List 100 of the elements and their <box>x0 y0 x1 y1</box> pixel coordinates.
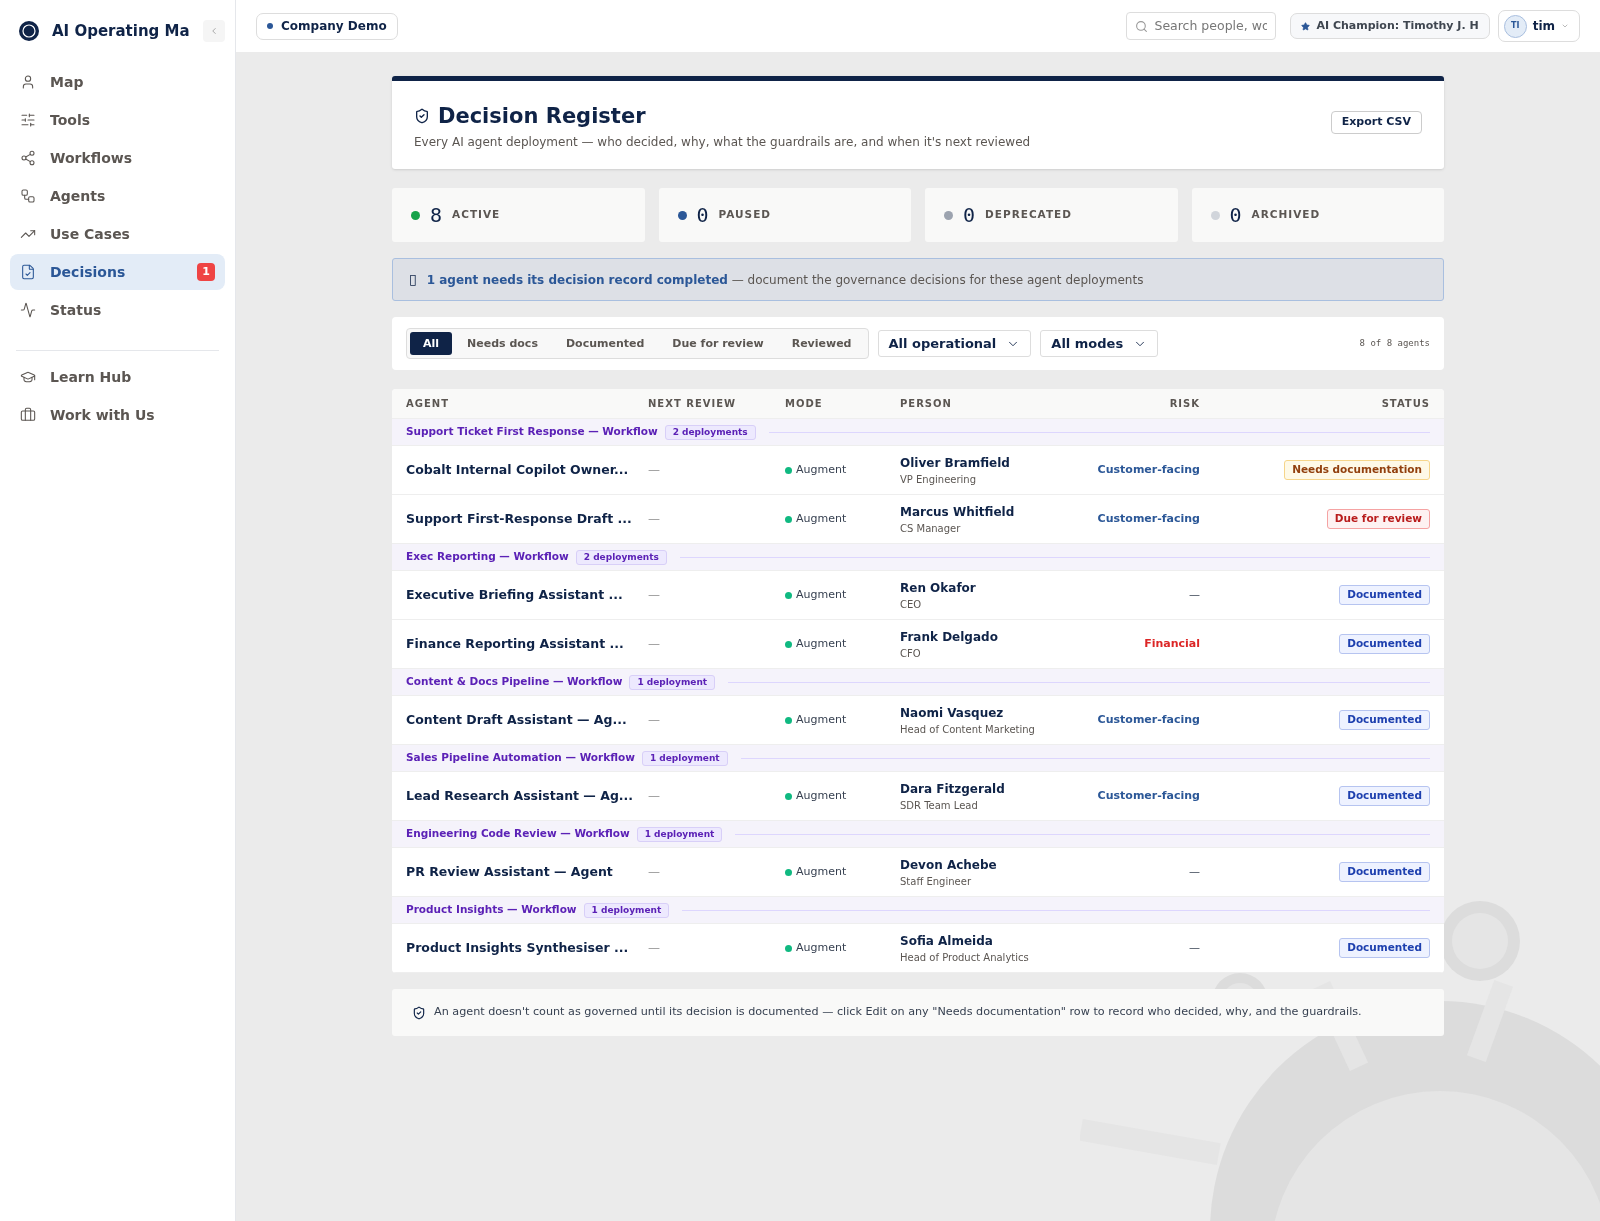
nodes-icon <box>20 188 36 204</box>
deployment-count: 1 deployment <box>583 902 670 918</box>
deployment-count: 1 deployment <box>636 826 723 842</box>
column-header: MODE <box>785 397 824 412</box>
status-tag: Documented <box>1339 938 1430 959</box>
filter-tab[interactable]: Reviewed <box>778 332 865 356</box>
column-header: AGENT <box>406 397 450 412</box>
sidebar-item[interactable]: Status <box>10 292 225 328</box>
deployment-count: 1 deployment <box>641 750 728 766</box>
agent-name: Support First-Response Draft ... <box>406 509 633 528</box>
person-name: Ren Okafor <box>900 579 977 597</box>
page-subtitle: Every AI agent deployment — who decided, why, what the guardrails are, and when it's next reviewed <box>414 134 1031 152</box>
agent-name: Lead Research Assistant — Ag... <box>406 786 635 805</box>
column-header: PERSON <box>900 397 953 412</box>
champion-badge: AI Champion: Timothy J. H <box>1290 13 1490 39</box>
stat-count: 0 <box>963 202 976 230</box>
shield-icon <box>412 1005 426 1020</box>
person-name: Frank Delgado <box>900 628 999 646</box>
user-menu-button[interactable]: TI tim <box>1497 10 1580 42</box>
filter-dropdown[interactable]: All operational <box>877 330 1032 358</box>
person-role: CS Manager <box>900 521 962 536</box>
document-icon <box>20 264 36 280</box>
person-name: Dara Fitzgerald <box>900 780 1006 798</box>
next-review: — <box>648 462 661 480</box>
next-review: — <box>648 587 661 605</box>
column-header: NEXT REVIEW <box>648 397 738 412</box>
mode-label: Augment <box>785 940 900 957</box>
sidebar-item[interactable]: Decisions 1 <box>10 254 225 290</box>
person-role: CEO <box>900 597 923 612</box>
search-icon <box>1135 19 1149 33</box>
next-review: — <box>648 636 661 654</box>
sidebar-item[interactable]: Map <box>10 64 225 100</box>
person-role: CFO <box>900 646 922 661</box>
stat-label: ACTIVE <box>452 207 501 223</box>
person-name: Oliver Bramfield <box>900 454 1011 472</box>
sidebar-item[interactable]: Workflows <box>10 140 225 176</box>
filter-tab[interactable]: Needs docs <box>454 332 551 356</box>
caret-icon <box>1561 22 1569 30</box>
risk-label: Customer-facing <box>1097 712 1200 728</box>
sidebar-item[interactable]: Learn Hub <box>10 359 225 395</box>
stat-label: PAUSED <box>718 207 772 223</box>
sidebar-item[interactable]: Tools <box>10 102 225 138</box>
mode-label: Augment <box>785 587 900 604</box>
risk-label: Financial <box>1144 636 1200 652</box>
agent-name: Cobalt Internal Copilot Owner... <box>406 460 630 479</box>
stat-label: ARCHIVED <box>1251 207 1321 223</box>
filter-tab[interactable]: Documented <box>552 332 658 356</box>
export-button[interactable]: Export CSV <box>1330 111 1422 134</box>
status-tag: Due for review <box>1326 509 1430 530</box>
app-title: AI Operating Ma <box>52 20 190 42</box>
mode-label: Augment <box>785 511 900 528</box>
stat-label: DEPRECATED <box>985 207 1072 223</box>
star-icon <box>1301 21 1311 31</box>
status-tag: Documented <box>1339 710 1430 731</box>
sidebar-item[interactable]: Use Cases <box>10 216 225 252</box>
share-icon <box>20 150 36 166</box>
risk-label: — <box>1189 587 1200 603</box>
person-role: SDR Team Lead <box>900 798 979 813</box>
info-text: An agent doesn't count as governed until its decision is documented — click Edit on any "Needs documentation" row to record who decided, why, and the guardrails. <box>434 1004 1362 1021</box>
risk-label: Customer-facing <box>1097 788 1200 804</box>
person-role: Staff Engineer <box>900 874 972 889</box>
filter-dropdown[interactable]: All modes <box>1040 330 1159 358</box>
sidebar-item[interactable]: Work with Us <box>10 397 225 433</box>
sliders-icon <box>20 112 36 128</box>
column-header: STATUS <box>1381 397 1430 412</box>
agent-name: Finance Reporting Assistant ... <box>406 634 625 653</box>
risk-label: Customer-facing <box>1097 462 1200 478</box>
status-tag: Needs documentation <box>1284 460 1430 481</box>
person-role: VP Engineering <box>900 472 978 487</box>
group-title: Exec Reporting — Workflow <box>406 549 569 565</box>
agent-name: PR Review Assistant — Agent <box>406 862 614 881</box>
collapse-button[interactable] <box>203 20 225 42</box>
column-header: RISK <box>1169 397 1200 412</box>
risk-label: — <box>1189 940 1200 956</box>
mode-label: Augment <box>785 636 900 653</box>
person-name: Marcus Whitfield <box>900 503 1016 521</box>
sidebar-item[interactable]: Agents <box>10 178 225 214</box>
result-count: 8 of 8 agents <box>1359 337 1430 350</box>
chevron-left-icon <box>209 26 219 36</box>
next-review: — <box>648 712 661 730</box>
group-title: Support Ticket First Response — Workflow <box>406 424 658 440</box>
next-review: — <box>648 864 661 882</box>
status-tag: Documented <box>1339 634 1430 655</box>
workspace-button[interactable]: Company Demo <box>256 12 398 40</box>
mode-label: Augment <box>785 712 900 729</box>
person-name: Devon Achebe <box>900 856 998 874</box>
graduation-cap-icon <box>20 369 36 385</box>
agent-name: Executive Briefing Assistant ... <box>406 585 624 604</box>
deployment-count: 1 deployment <box>629 674 716 690</box>
deployment-count: 2 deployments <box>664 424 756 440</box>
deployment-count: 2 deployments <box>575 549 667 565</box>
logo-icon <box>18 20 40 42</box>
shield-icon <box>414 108 430 125</box>
filter-tab[interactable]: Due for review <box>659 332 777 356</box>
mode-label: Augment <box>785 864 900 881</box>
group-title: Product Insights — Workflow <box>406 902 577 918</box>
group-title: Engineering Code Review — Workflow <box>406 826 630 842</box>
filter-tab[interactable]: All <box>410 332 453 356</box>
person-role: Head of Product Analytics <box>900 950 1030 965</box>
group-title: Sales Pipeline Automation — Workflow <box>406 750 635 766</box>
